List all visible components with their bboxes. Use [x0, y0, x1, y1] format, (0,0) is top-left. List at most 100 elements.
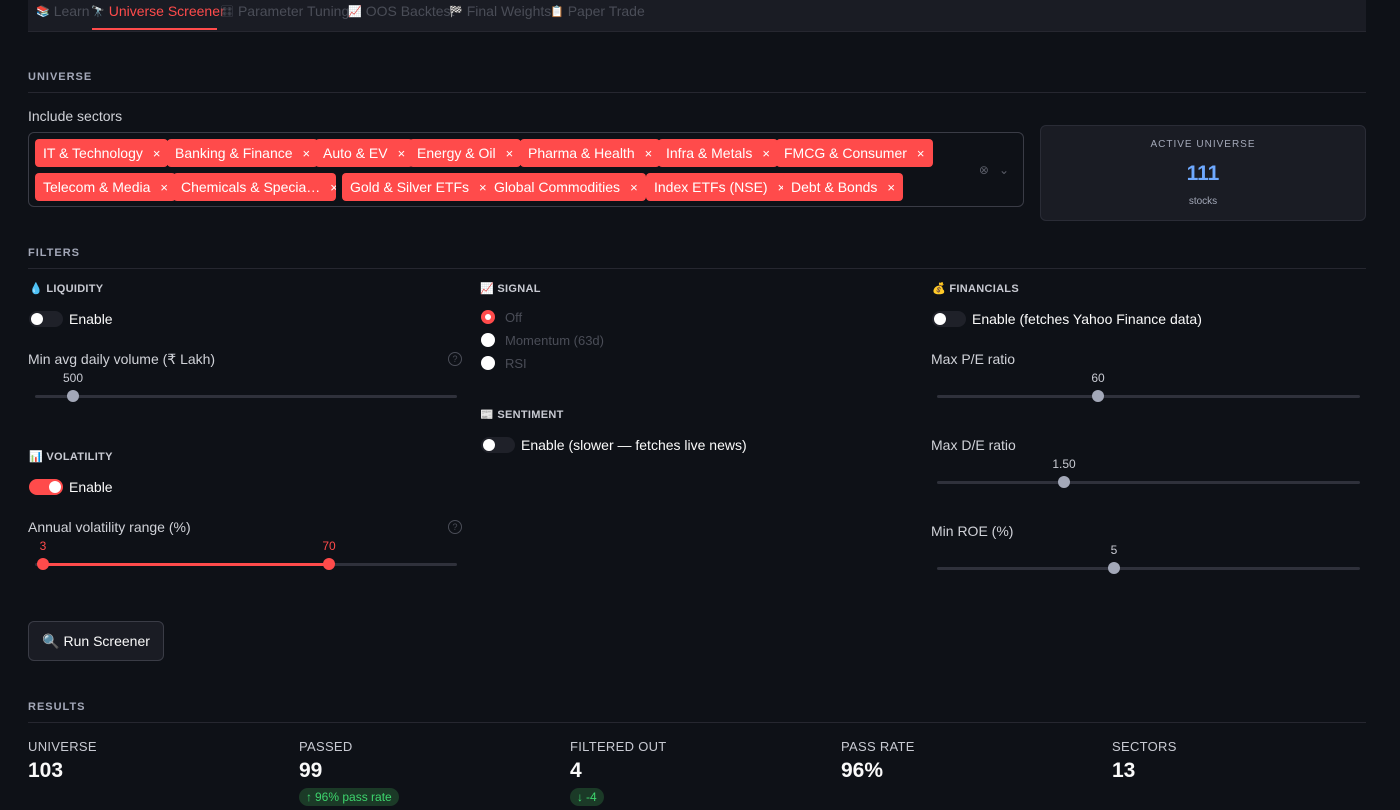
tab-learn[interactable]: 📚 Learn: [36, 0, 90, 22]
sector-chip[interactable]: Auto & EV ×: [315, 139, 414, 167]
sector-chip[interactable]: Pharma & Health ×: [520, 139, 661, 167]
volatility-low-thumb[interactable]: [37, 558, 49, 570]
sector-chip[interactable]: Global Commodities ×: [486, 173, 646, 201]
multiselect-controls: ⊗ ⌄: [979, 163, 1009, 177]
tab-bar: 📚 Learn 🔭 Universe Screener 🎛 Parameter …: [28, 0, 1366, 32]
max-pe-value: 60: [1091, 371, 1105, 385]
max-pe-slider-thumb[interactable]: [1092, 390, 1104, 402]
delta-text: -4: [586, 790, 597, 804]
close-icon[interactable]: ×: [645, 146, 653, 161]
active-universe-card: ACTIVE UNIVERSE 111 stocks: [1040, 125, 1366, 221]
max-pe-slider-track[interactable]: [937, 395, 1360, 398]
help-icon[interactable]: ?: [448, 520, 462, 534]
sector-chip[interactable]: Telecom & Media ×: [35, 173, 176, 201]
tab-oos-backtest[interactable]: 📈 OOS Backtest: [348, 0, 454, 22]
chip-label: Pharma & Health: [528, 145, 635, 161]
books-icon: 📚: [36, 5, 50, 18]
signal-heading: 📈 SIGNAL: [480, 282, 541, 295]
metric-passed-label: PASSED: [299, 739, 353, 754]
close-icon[interactable]: ×: [917, 146, 925, 161]
run-screener-button[interactable]: 🔍 Run Screener: [28, 621, 164, 661]
chip-label: Index ETFs (NSE): [654, 179, 768, 195]
sector-chip[interactable]: IT & Technology ×: [35, 139, 169, 167]
signal-option-label: Off: [505, 310, 523, 325]
sector-chip[interactable]: Gold & Silver ETFs ×: [342, 173, 495, 201]
control-knobs-icon: 🎛: [220, 5, 234, 18]
arrow-up-icon: ↑: [306, 790, 312, 804]
volatility-low-value: 3: [39, 539, 47, 553]
tab-label: OOS Backtest: [365, 3, 455, 19]
tab-paper-trade[interactable]: 📋 Paper Trade: [550, 0, 645, 22]
liquidity-toggle[interactable]: [29, 311, 63, 327]
sector-chip[interactable]: Infra & Metals ×: [658, 139, 778, 167]
financials-heading: 💰 FINANCIALS: [932, 282, 1019, 295]
tab-parameter-tuning[interactable]: 🎛 Parameter Tuning: [220, 0, 349, 22]
signal-radio-rsi[interactable]: [481, 356, 495, 370]
metric-sectors-label: SECTORS: [1112, 739, 1177, 754]
volatility-toggle[interactable]: [29, 479, 63, 495]
close-icon[interactable]: ×: [762, 146, 770, 161]
chip-label: FMCG & Consumer: [784, 145, 907, 161]
signal-radio-off[interactable]: [481, 310, 495, 324]
max-pe-label: Max P/E ratio: [931, 351, 1016, 367]
volatility-high-thumb[interactable]: [323, 558, 335, 570]
clear-all-icon[interactable]: ⊗: [979, 163, 989, 177]
sentiment-heading: 📰 SENTIMENT: [480, 408, 564, 421]
help-icon[interactable]: ?: [448, 352, 462, 366]
active-universe-unit: stocks: [1188, 196, 1218, 207]
chip-label: Global Commodities: [494, 179, 621, 195]
min-roe-slider-thumb[interactable]: [1108, 562, 1120, 574]
tab-final-weights[interactable]: 🏁 Final Weights: [449, 0, 551, 22]
tab-label: Learn: [53, 3, 90, 19]
active-universe-value: 111: [1186, 162, 1220, 185]
checkered-flag-icon: 🏁: [449, 5, 463, 18]
liquidity-heading: 💧 LIQUIDITY: [29, 282, 103, 295]
min-volume-slider-thumb[interactable]: [67, 390, 79, 402]
min-roe-value: 5: [1110, 543, 1118, 557]
close-icon[interactable]: ×: [630, 180, 638, 195]
min-roe-slider-track[interactable]: [937, 567, 1360, 570]
group-title: SENTIMENT: [497, 409, 564, 421]
sector-chip[interactable]: Debt & Bonds ×: [783, 173, 903, 201]
close-icon[interactable]: ×: [160, 180, 168, 195]
close-icon[interactable]: ×: [887, 180, 895, 195]
tab-universe-screener[interactable]: 🔭 Universe Screener: [91, 0, 225, 22]
financials-toggle[interactable]: [932, 311, 966, 327]
sentiment-toggle[interactable]: [481, 437, 515, 453]
liquidity-toggle-label: Enable: [69, 311, 113, 327]
divider: [28, 722, 1366, 723]
metric-universe-label: UNIVERSE: [28, 739, 97, 754]
sector-chip[interactable]: FMCG & Consumer ×: [776, 139, 933, 167]
chip-label: Infra & Metals: [666, 145, 753, 161]
sector-chip[interactable]: Index ETFs (NSE) ×: [646, 173, 794, 201]
chip-label: Telecom & Media: [43, 179, 151, 195]
signal-option-label: RSI: [505, 356, 527, 371]
metric-sectors-value: 13: [1112, 759, 1136, 782]
close-icon[interactable]: ×: [506, 146, 514, 161]
max-de-slider-thumb[interactable]: [1058, 476, 1070, 488]
close-icon[interactable]: ×: [303, 146, 311, 161]
group-title: VOLATILITY: [46, 451, 113, 463]
signal-radio-momentum[interactable]: [481, 333, 495, 347]
min-roe-label: Min ROE (%): [931, 523, 1014, 539]
sentiment-toggle-label: Enable (slower — fetches live news): [521, 437, 747, 453]
min-volume-slider-track[interactable]: [35, 395, 457, 398]
max-de-slider-track[interactable]: [937, 481, 1360, 484]
sector-chip[interactable]: Banking & Finance ×: [167, 139, 319, 167]
close-icon[interactable]: ×: [330, 180, 336, 195]
close-icon[interactable]: ×: [398, 146, 406, 161]
active-tab-indicator: [92, 28, 217, 30]
tab-label: Universe Screener: [108, 3, 225, 19]
divider: [28, 92, 1366, 93]
close-icon[interactable]: ×: [153, 146, 161, 161]
sector-multiselect[interactable]: IT & Technology × Banking & Finance × Auto…: [28, 132, 1024, 207]
volatility-high-value: 70: [322, 539, 336, 553]
button-label: Run Screener: [63, 633, 150, 649]
sector-chip[interactable]: Energy & Oil ×: [409, 139, 522, 167]
chevron-down-icon[interactable]: ⌄: [999, 163, 1009, 177]
bar-chart-icon: 📊: [29, 451, 43, 463]
results-heading: RESULTS: [28, 701, 86, 713]
droplet-icon: 💧: [29, 283, 43, 295]
sector-chip[interactable]: Chemicals & Specia… ×: [173, 173, 336, 201]
group-title: FINANCIALS: [949, 283, 1019, 295]
